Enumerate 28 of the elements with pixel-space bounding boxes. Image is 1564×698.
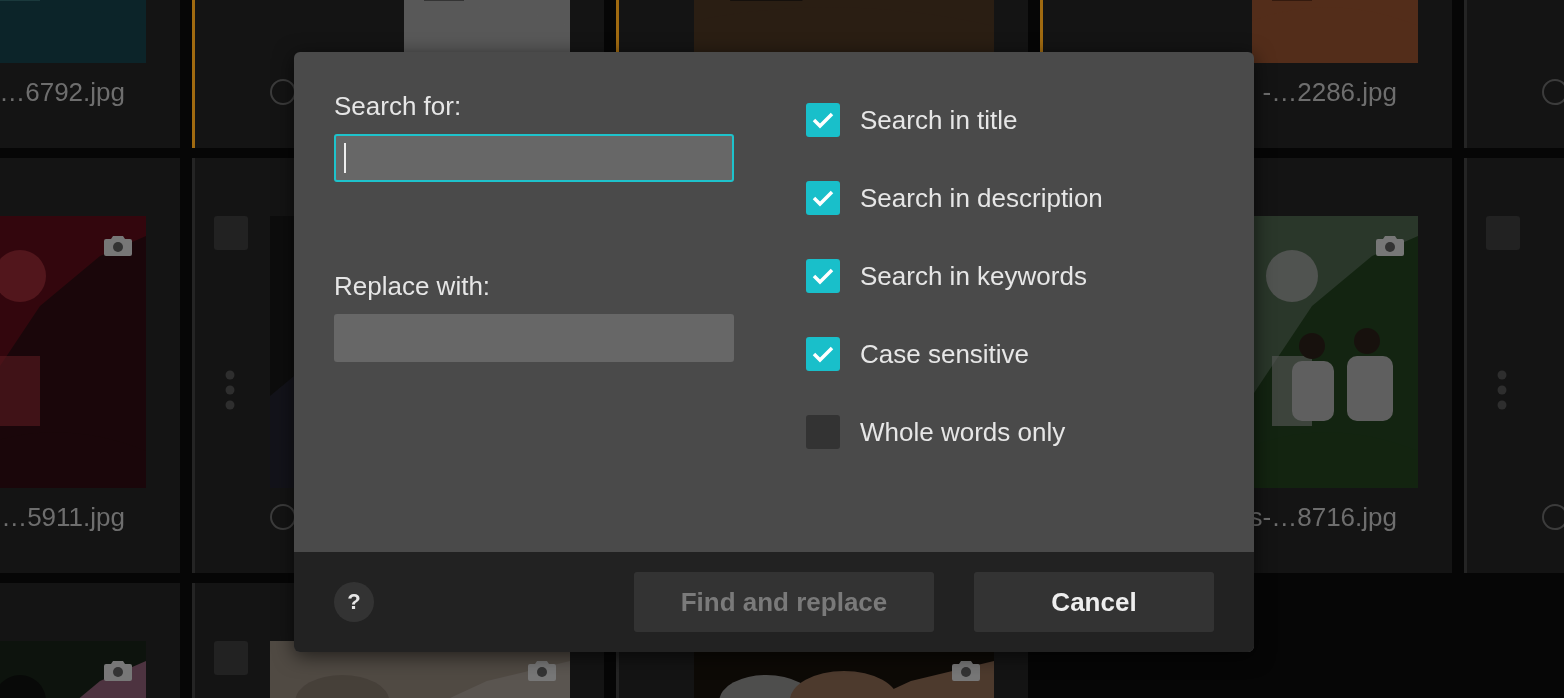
file-name: -…2286.jpg [1262, 76, 1397, 108]
file-name: …6792.jpg [0, 76, 125, 108]
check-icon [812, 189, 834, 207]
more-icon[interactable] [224, 370, 236, 410]
cancel-button[interactable]: Cancel [974, 572, 1214, 632]
search-field[interactable] [334, 134, 734, 182]
check-icon [812, 111, 834, 129]
checkbox[interactable] [806, 181, 840, 215]
option-label: Search in keywords [860, 260, 1087, 292]
radio-button[interactable] [1542, 504, 1564, 530]
field-label: Search for: [334, 90, 463, 123]
option-label: Search in description [860, 182, 1103, 214]
checkbox[interactable] [806, 259, 840, 293]
checkbox[interactable] [806, 103, 840, 137]
replace-field[interactable] [334, 314, 734, 362]
file-name: s-…8716.jpg [1249, 501, 1397, 533]
help-button[interactable]: ? [334, 582, 374, 622]
option-label: Case sensitive [860, 338, 1030, 370]
file-name: …5911.jpg [1, 501, 125, 533]
check-icon [812, 267, 834, 285]
option-label: Search in title [860, 104, 1018, 136]
text-cursor [344, 143, 346, 173]
field-label: Replace with: [334, 270, 492, 303]
check-icon [812, 345, 834, 363]
checkbox[interactable] [806, 337, 840, 371]
radio-button[interactable] [1542, 79, 1564, 105]
more-icon[interactable] [1496, 370, 1508, 410]
option-label: Whole words only [860, 416, 1066, 448]
